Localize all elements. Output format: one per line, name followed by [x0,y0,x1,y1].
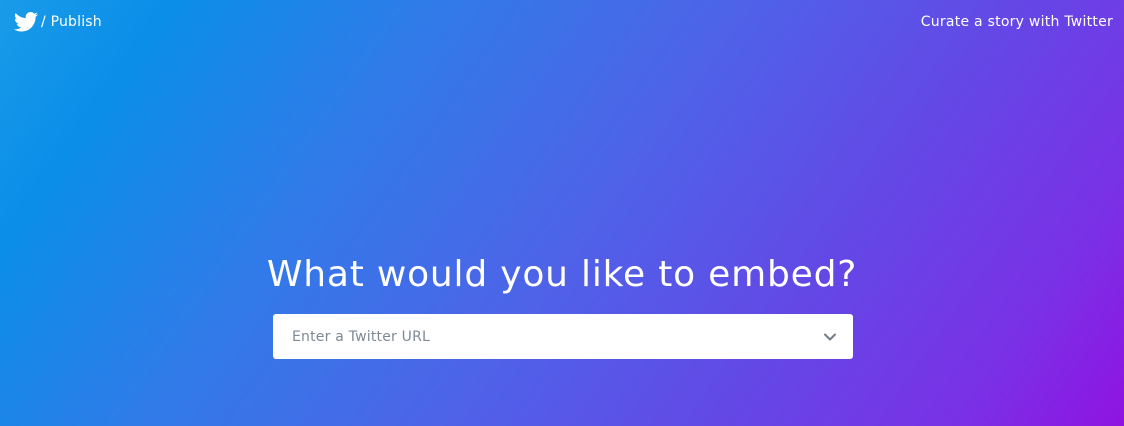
curate-story-link[interactable]: Curate a story with Twitter [921,10,1113,34]
page-title: What would you like to embed? [266,254,858,295]
url-input-container[interactable] [273,314,853,359]
twitter-bird-icon [14,12,38,32]
brand[interactable]: / Publish [14,10,102,34]
top-navigation-bar: / Publish Curate a story with Twitter [0,0,1124,44]
chevron-down-icon[interactable] [823,330,837,344]
brand-label: / Publish [41,14,102,30]
twitter-url-input[interactable] [292,314,812,359]
